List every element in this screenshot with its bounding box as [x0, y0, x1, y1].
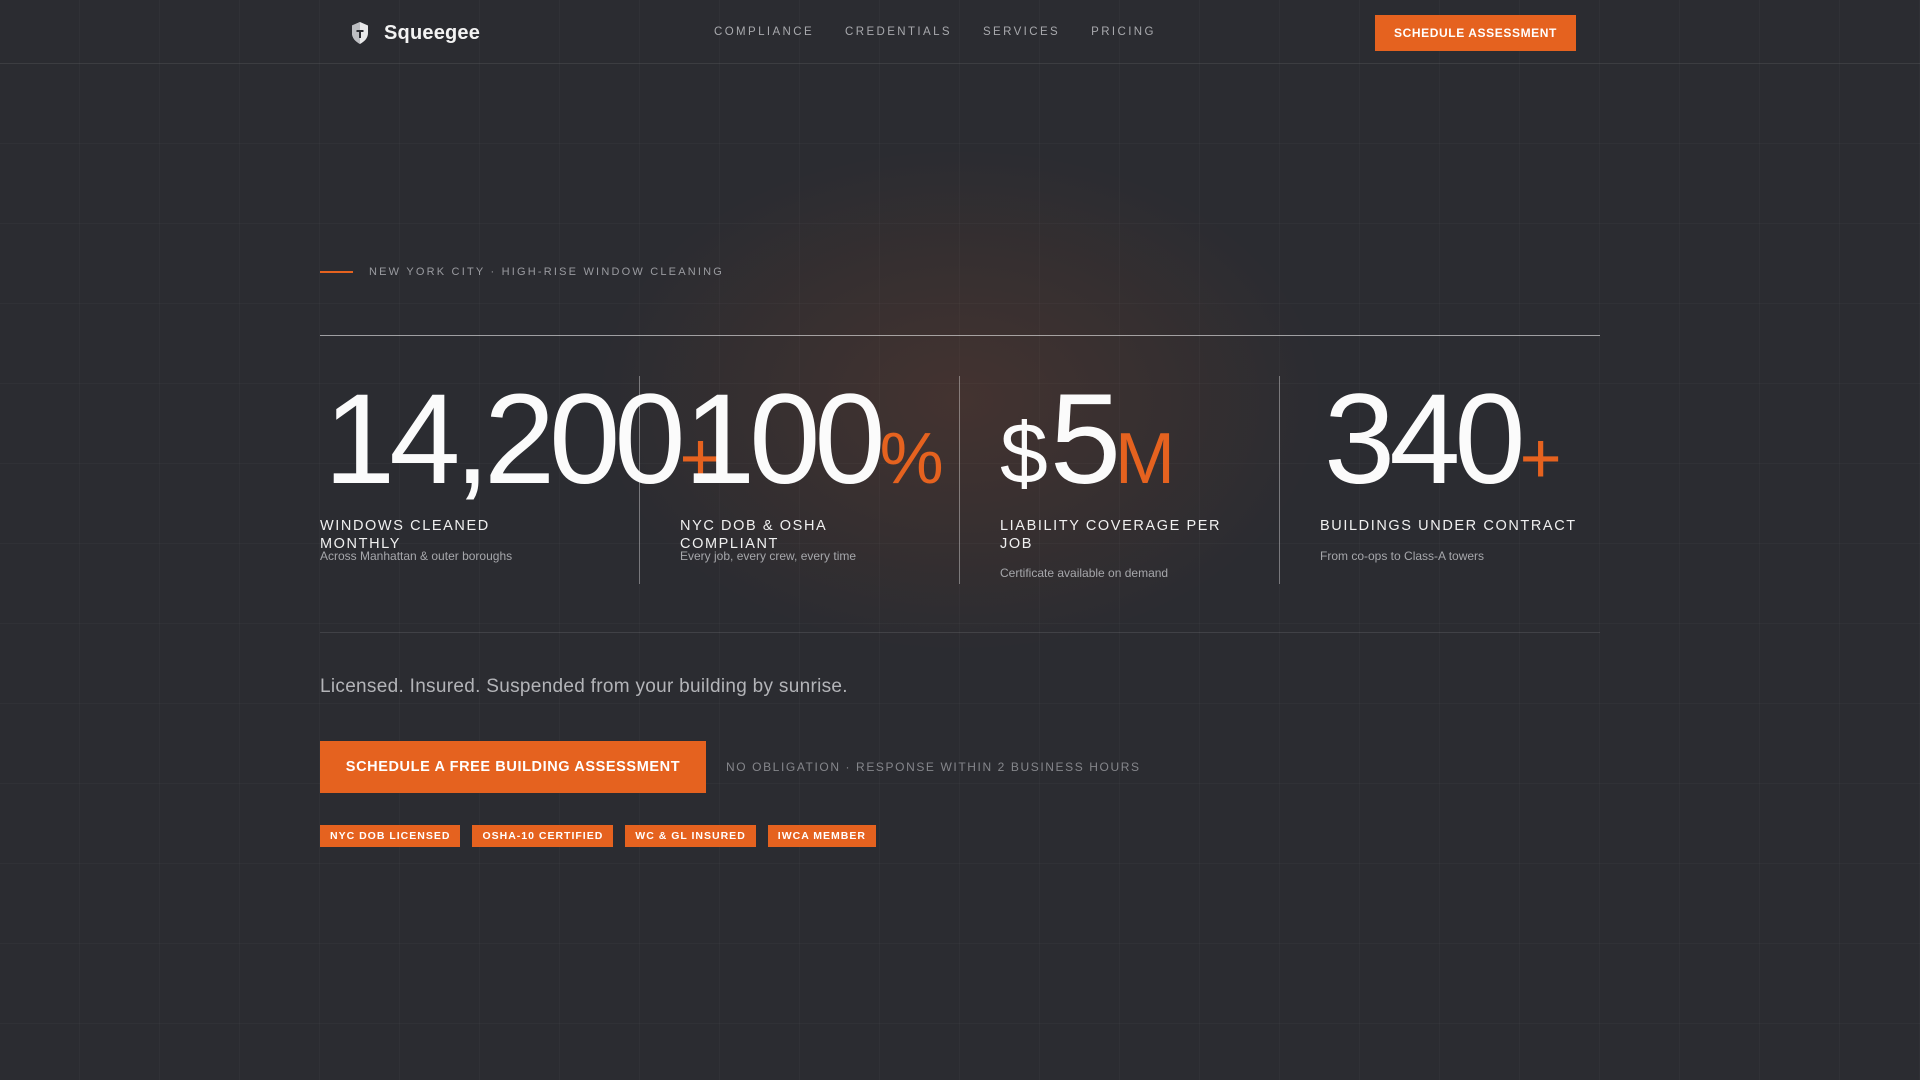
stat-description: Certificate available on demand — [1000, 566, 1169, 580]
stat-suffix: % — [879, 419, 944, 499]
badge-osha-certified: OSHA-10 CERTIFIED — [472, 825, 614, 847]
stat-value: 340 — [1324, 368, 1526, 511]
credential-badges: NYC DOB LICENSED OSHA-10 CERTIFIED WC & … — [320, 825, 888, 847]
stat-description: From co-ops to Class-A towers — [1320, 549, 1485, 563]
stat-label: WINDOWS CLEANED MONTHLY — [320, 518, 490, 552]
stat-value: 14,200 — [324, 368, 685, 511]
stat-description: Across Manhattan & outer boroughs — [320, 549, 513, 563]
stats-top-divider — [320, 335, 1600, 336]
stat-number: 340+ — [1320, 376, 1562, 504]
stat-buildings: 340+ BUILDINGS UNDER CONTRACT From co-op… — [1320, 376, 1600, 584]
schedule-assessment-button[interactable]: SCHEDULE ASSESSMENT — [1375, 15, 1576, 51]
badge-dob-licensed: NYC DOB LICENSED — [320, 825, 461, 847]
nav-link-compliance[interactable]: COMPLIANCE — [714, 26, 814, 38]
stat-value: 100 — [684, 368, 886, 511]
stat-divider — [639, 376, 640, 584]
stat-suffix: M — [1115, 419, 1176, 499]
stat-label: NYC DOB & OSHA COMPLIANT — [680, 518, 827, 552]
stats-bottom-divider — [320, 632, 1600, 633]
stat-prefix: $ — [1000, 406, 1048, 502]
nav-links: COMPLIANCE CREDENTIALS SERVICES PRICING — [714, 26, 1187, 38]
stat-liability: $5M LIABILITY COVERAGE PER JOB Certifica… — [1000, 376, 1280, 584]
cta-note: NO OBLIGATION · RESPONSE WITHIN 2 BUSINE… — [726, 760, 1141, 774]
stat-label: BUILDINGS UNDER CONTRACT — [1320, 518, 1577, 534]
hero-tagline: Licensed. Insured. Suspended from your b… — [320, 676, 848, 697]
badge-iwca-member: IWCA MEMBER — [767, 825, 876, 847]
stat-divider — [959, 376, 960, 584]
stat-suffix: + — [1519, 419, 1562, 499]
page: Squeegee COMPLIANCE CREDENTIALS SERVICES… — [0, 0, 1920, 1080]
stat-label: LIABILITY COVERAGE PER JOB — [1000, 518, 1222, 552]
eyebrow-accent-line — [320, 271, 353, 273]
brand-logo[interactable]: Squeegee — [350, 19, 480, 47]
stat-divider — [1279, 376, 1280, 584]
top-nav: Squeegee COMPLIANCE CREDENTIALS SERVICES… — [0, 0, 1920, 64]
eyebrow: NEW YORK CITY · HIGH-RISE WINDOW CLEANIN… — [320, 266, 724, 278]
nav-link-pricing[interactable]: PRICING — [1091, 26, 1156, 38]
nav-link-credentials[interactable]: CREDENTIALS — [845, 26, 952, 38]
shield-icon — [352, 22, 368, 44]
stat-compliance: 100% NYC DOB & OSHA COMPLIANT Every job,… — [680, 376, 960, 584]
stat-number: $5M — [1000, 376, 1175, 504]
stat-value: 5 — [1049, 368, 1121, 511]
nav-link-services[interactable]: SERVICES — [983, 26, 1060, 38]
badge-insured: WC & GL INSURED — [625, 825, 756, 847]
stat-description: Every job, every crew, every time — [680, 549, 857, 563]
schedule-free-assessment-button[interactable]: SCHEDULE A FREE BUILDING ASSESSMENT — [320, 741, 706, 793]
stat-number: 100% — [680, 376, 944, 504]
stat-windows-cleaned: 14,200+ WINDOWS CLEANED MONTHLY Across M… — [320, 376, 722, 584]
eyebrow-text: NEW YORK CITY · HIGH-RISE WINDOW CLEANIN… — [369, 266, 725, 278]
stat-number: 14,200+ — [320, 376, 722, 504]
brand-name: Squeegee — [384, 21, 481, 44]
